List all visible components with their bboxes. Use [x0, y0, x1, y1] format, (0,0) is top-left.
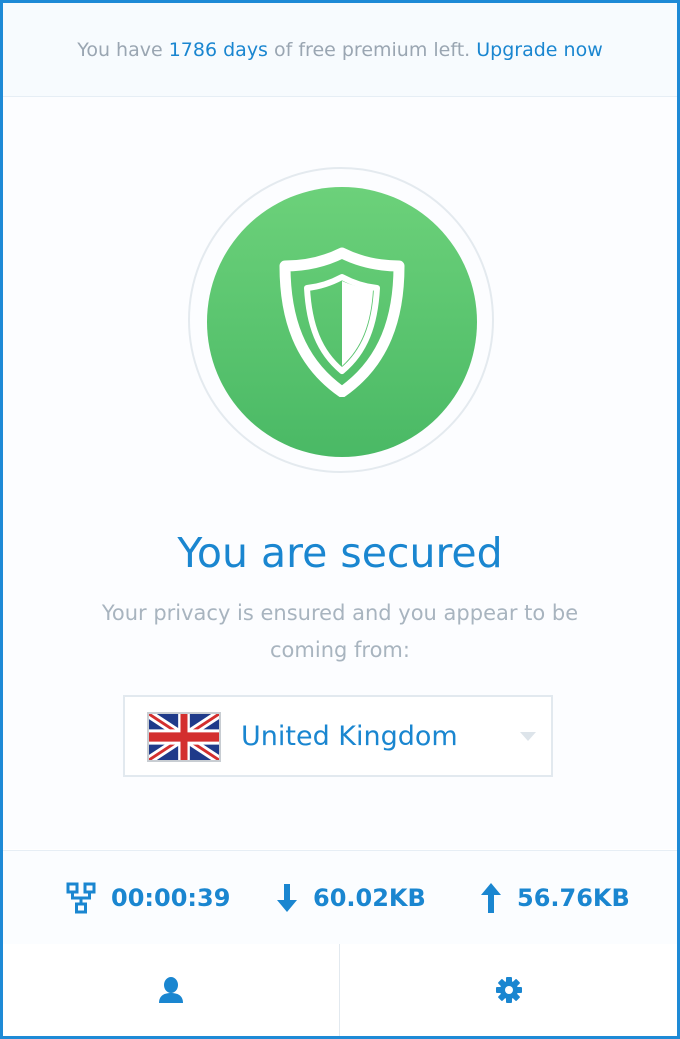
- status-title: You are secured: [177, 529, 503, 577]
- connection-duration: 00:00:39: [111, 884, 231, 912]
- upload-amount: 56.76KB: [517, 884, 630, 912]
- connection-stats: 00:00:39 60.02KB 56.76KB: [3, 850, 677, 945]
- premium-days-left: 1786 days: [168, 38, 268, 61]
- account-button[interactable]: [3, 944, 340, 1036]
- chevron-down-icon: [520, 732, 536, 741]
- status-subtitle: Your privacy is ensured and you appear t…: [101, 601, 579, 662]
- download-amount: 60.02KB: [313, 884, 426, 912]
- stat-duration: 00:00:39: [65, 881, 230, 915]
- upgrade-now-link[interactable]: Upgrade now: [476, 39, 602, 61]
- settings-button[interactable]: [340, 944, 677, 1036]
- vpn-app-window: You have 1786 days of free premium left.…: [0, 0, 680, 1039]
- banner-text-after: of free premium left.: [267, 38, 477, 61]
- shield-icon: [279, 247, 405, 397]
- connect-toggle-button[interactable]: [207, 187, 477, 457]
- download-arrow-icon: [277, 884, 297, 912]
- footer-nav: [3, 944, 677, 1036]
- main-panel: You are secured Your privacy is ensured …: [3, 97, 677, 849]
- premium-banner: You have 1786 days of free premium left.…: [3, 3, 677, 97]
- stat-upload: 56.76KB: [479, 881, 630, 915]
- country-name: United Kingdom: [241, 721, 458, 752]
- user-icon: [159, 977, 183, 1003]
- gear-icon: [495, 977, 522, 1003]
- network-icon: [66, 882, 96, 914]
- banner-text-before: You have: [77, 38, 169, 61]
- country-selector[interactable]: United Kingdom: [123, 695, 553, 777]
- upload-arrow-icon: [481, 883, 501, 913]
- uk-flag-icon: [147, 712, 221, 762]
- stat-download: 60.02KB: [275, 881, 426, 915]
